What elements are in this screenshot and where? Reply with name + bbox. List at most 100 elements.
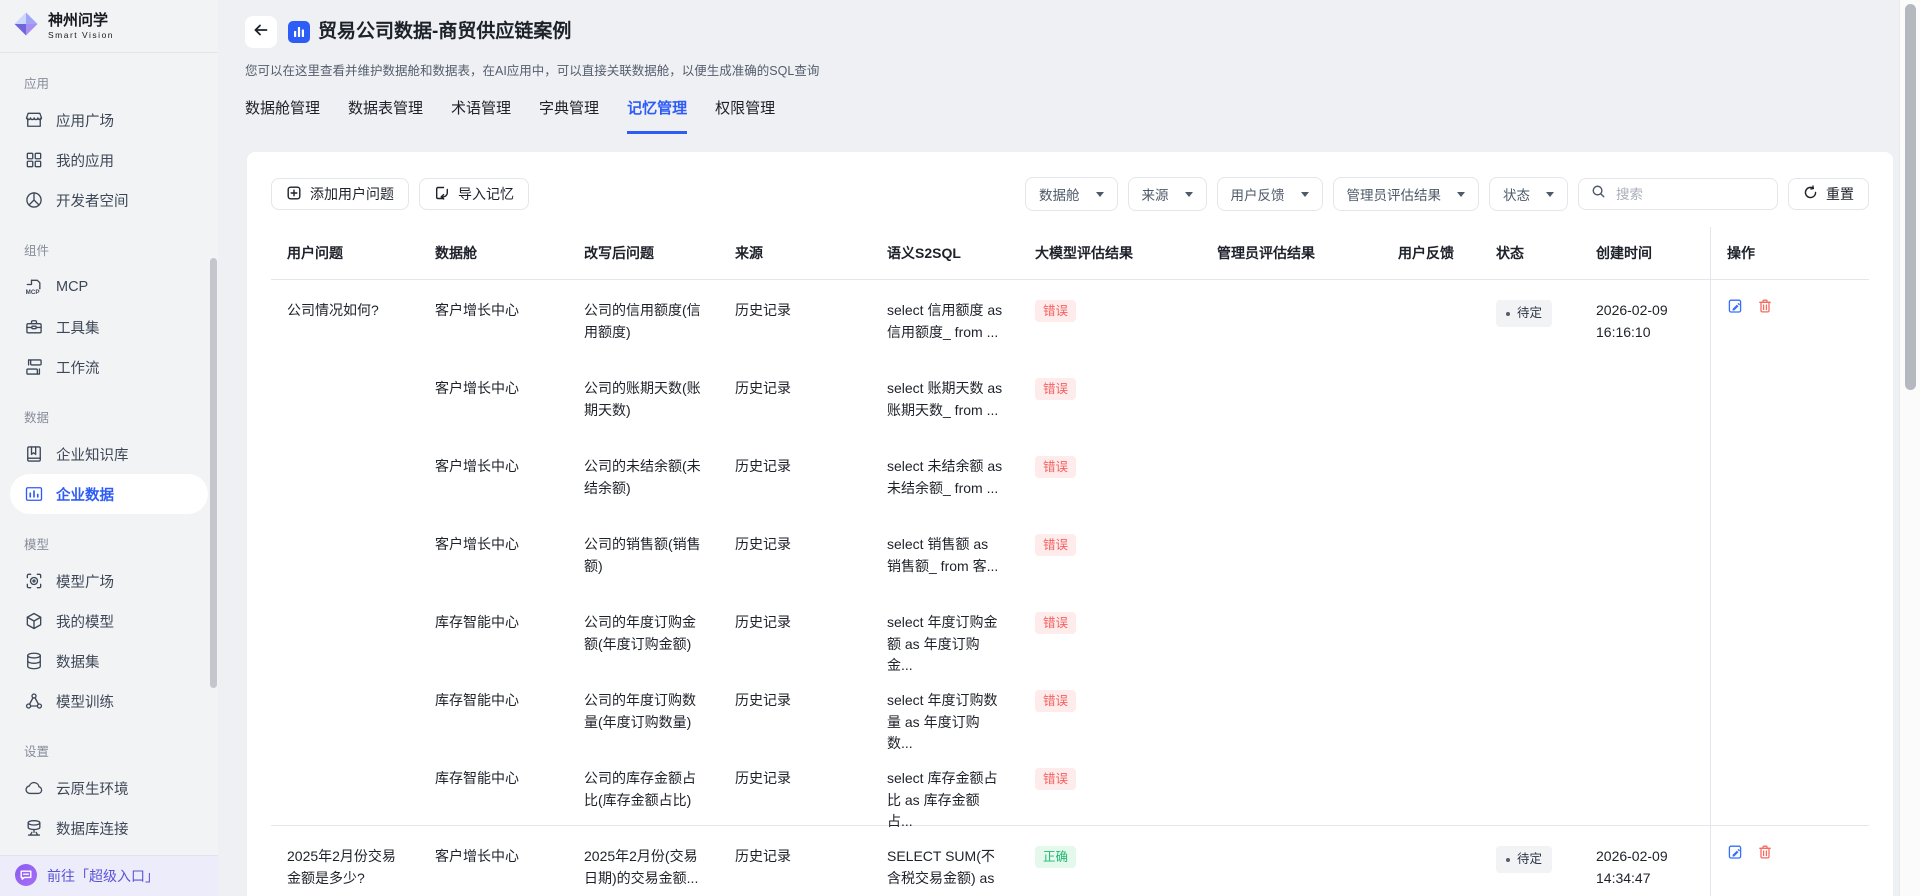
cell-llm-eval: 错误: [1019, 280, 1201, 358]
tab-0[interactable]: 数据舱管理: [245, 97, 320, 134]
status-badge: 待定: [1496, 300, 1552, 327]
page-scrollbar-track[interactable]: [1899, 0, 1920, 896]
cell-source: 历史记录: [719, 670, 871, 755]
filter-feedback[interactable]: 用户反馈: [1217, 177, 1323, 211]
cell-rewritten: 公司的未结余额(未结余额): [568, 436, 719, 514]
tab-3[interactable]: 字典管理: [539, 97, 599, 134]
cell-datastore: 库存智能中心: [419, 748, 568, 833]
sidebar-item-label: 工具集: [56, 317, 100, 338]
cell-feedback: [1382, 358, 1480, 436]
page-subtitle: 您可以在这里查看并维护数据舱和数据表，在AI应用中，可以直接关联数据舱，以便生成…: [245, 60, 819, 79]
toolbar: 添加用户问题 导入记忆 数据舱 来源: [247, 152, 1893, 211]
sidebar-section: 应用 应用广场 我的应用 开发者空间: [10, 73, 208, 220]
sidebar-item-app-market[interactable]: 应用广场: [10, 100, 208, 140]
cell-datastore: 客户增长中心: [419, 826, 568, 896]
cell-datastore: 库存智能中心: [419, 592, 568, 677]
filter-datastore[interactable]: 数据舱: [1025, 177, 1118, 211]
search-input[interactable]: [1614, 186, 1765, 203]
sidebar-item-datasets[interactable]: 数据集: [10, 641, 208, 681]
tab-5[interactable]: 权限管理: [715, 97, 775, 134]
cell-datastore: 客户增长中心: [419, 514, 568, 592]
cell-ops: [1710, 280, 1869, 358]
llm-eval-badge: 错误: [1035, 534, 1076, 556]
edit-icon[interactable]: [1727, 844, 1743, 860]
sidebar-item-my-models[interactable]: 我的模型: [10, 601, 208, 641]
cell-source: 历史记录: [719, 436, 871, 514]
cell-source: 历史记录: [719, 358, 871, 436]
cell-admin-eval: [1201, 826, 1382, 896]
cell-llm-eval: 错误: [1019, 748, 1201, 833]
cell-question: 2025年2月份交易金额是多少?: [271, 826, 419, 896]
cell-feedback: [1382, 514, 1480, 592]
page-scrollbar-thumb[interactable]: [1905, 4, 1916, 390]
column-header: 操作: [1710, 227, 1869, 279]
add-user-question-button[interactable]: 添加用户问题: [271, 178, 409, 210]
cell-ops: [1710, 670, 1869, 755]
sidebar-scrollbar-thumb[interactable]: [210, 258, 217, 688]
bar-chart-icon: [24, 484, 44, 504]
sidebar-section-label: 设置: [24, 741, 194, 760]
cell-source: 历史记录: [719, 280, 871, 358]
edit-icon[interactable]: [1727, 298, 1743, 314]
cell-ops: [1710, 826, 1869, 896]
cell-question: [271, 670, 419, 755]
training-icon: [24, 691, 44, 711]
column-header: 用户问题: [271, 243, 419, 263]
tab-2[interactable]: 术语管理: [451, 97, 511, 134]
filter-source[interactable]: 来源: [1128, 177, 1207, 211]
arrow-left-icon: [252, 21, 270, 44]
tab-1[interactable]: 数据表管理: [348, 97, 423, 134]
table-row: 公司情况如何? 客户增长中心 公司的信用额度(信用额度) 历史记录 select…: [271, 280, 1869, 358]
cell-feedback: [1382, 670, 1480, 755]
llm-eval-badge: 错误: [1035, 690, 1076, 712]
sidebar-item-model-market[interactable]: 模型广场: [10, 561, 208, 601]
filter-admin-eval[interactable]: 管理员评估结果: [1333, 177, 1480, 211]
import-memory-button[interactable]: 导入记忆: [419, 178, 529, 210]
cell-admin-eval: [1201, 748, 1382, 833]
sidebar-item-model-training[interactable]: 模型训练: [10, 681, 208, 721]
sidebar-item-workflow[interactable]: 工作流: [10, 347, 208, 387]
cell-ops: [1710, 514, 1869, 592]
cell-rewritten: 公司的信用额度(信用额度): [568, 280, 719, 358]
tab-4[interactable]: 记忆管理: [627, 97, 687, 134]
llm-eval-badge: 错误: [1035, 378, 1076, 400]
plus-square-icon: [286, 185, 302, 204]
db-connect-icon: [24, 818, 44, 838]
sidebar-item-developer-space[interactable]: 开发者空间: [10, 180, 208, 220]
sidebar-item-db-connection[interactable]: 数据库连接: [10, 808, 208, 848]
table-row: 库存智能中心 公司的年度订购金额(年度订购金额) 历史记录 select 年度订…: [271, 592, 1869, 670]
cell-rewritten: 公司的库存金额占比(库存金额占比): [568, 748, 719, 833]
chevron-down-icon: [1301, 192, 1309, 197]
sidebar-item-knowledge-base[interactable]: 企业知识库: [10, 434, 208, 474]
sidebar-item-my-apps[interactable]: 我的应用: [10, 140, 208, 180]
delete-icon[interactable]: [1757, 844, 1773, 860]
sidebar-section-label: 模型: [24, 534, 194, 553]
mcp-icon: MCP: [24, 277, 44, 297]
cell-sql: select 未结余额 as 未结余额_ from ...: [871, 436, 1019, 514]
sidebar-item-enterprise-data[interactable]: 企业数据: [10, 474, 208, 514]
llm-eval-badge: 正确: [1035, 846, 1076, 868]
cell-question: [271, 748, 419, 833]
cell-datastore: 客户增长中心: [419, 280, 568, 358]
super-portal-link[interactable]: 前往「超级入口」: [0, 855, 218, 896]
sidebar-item-mcp[interactable]: MCP MCP: [10, 267, 208, 307]
sidebar-item-toolset[interactable]: 工具集: [10, 307, 208, 347]
back-button[interactable]: [245, 16, 277, 48]
delete-icon[interactable]: [1757, 298, 1773, 314]
cube-icon: [24, 611, 44, 631]
reset-button[interactable]: 重置: [1788, 178, 1869, 210]
cell-status: [1480, 514, 1580, 592]
cell-question: 公司情况如何?: [271, 280, 419, 358]
sidebar-item-cloud-native[interactable]: 云原生环境: [10, 768, 208, 808]
search-icon: [1591, 184, 1606, 204]
filter-label: 用户反馈: [1231, 184, 1285, 204]
cell-created: [1580, 592, 1710, 677]
model-market-icon: [24, 571, 44, 591]
filter-status[interactable]: 状态: [1489, 177, 1568, 211]
brand: 神州问学 Smart Vision: [0, 0, 218, 53]
sidebar-item-label: 云原生环境: [56, 778, 129, 799]
sidebar-item-label: 数据库连接: [56, 818, 129, 839]
chevron-down-icon: [1185, 192, 1193, 197]
cell-llm-eval: 错误: [1019, 358, 1201, 436]
super-portal-label: 前往「超级入口」: [47, 866, 159, 886]
